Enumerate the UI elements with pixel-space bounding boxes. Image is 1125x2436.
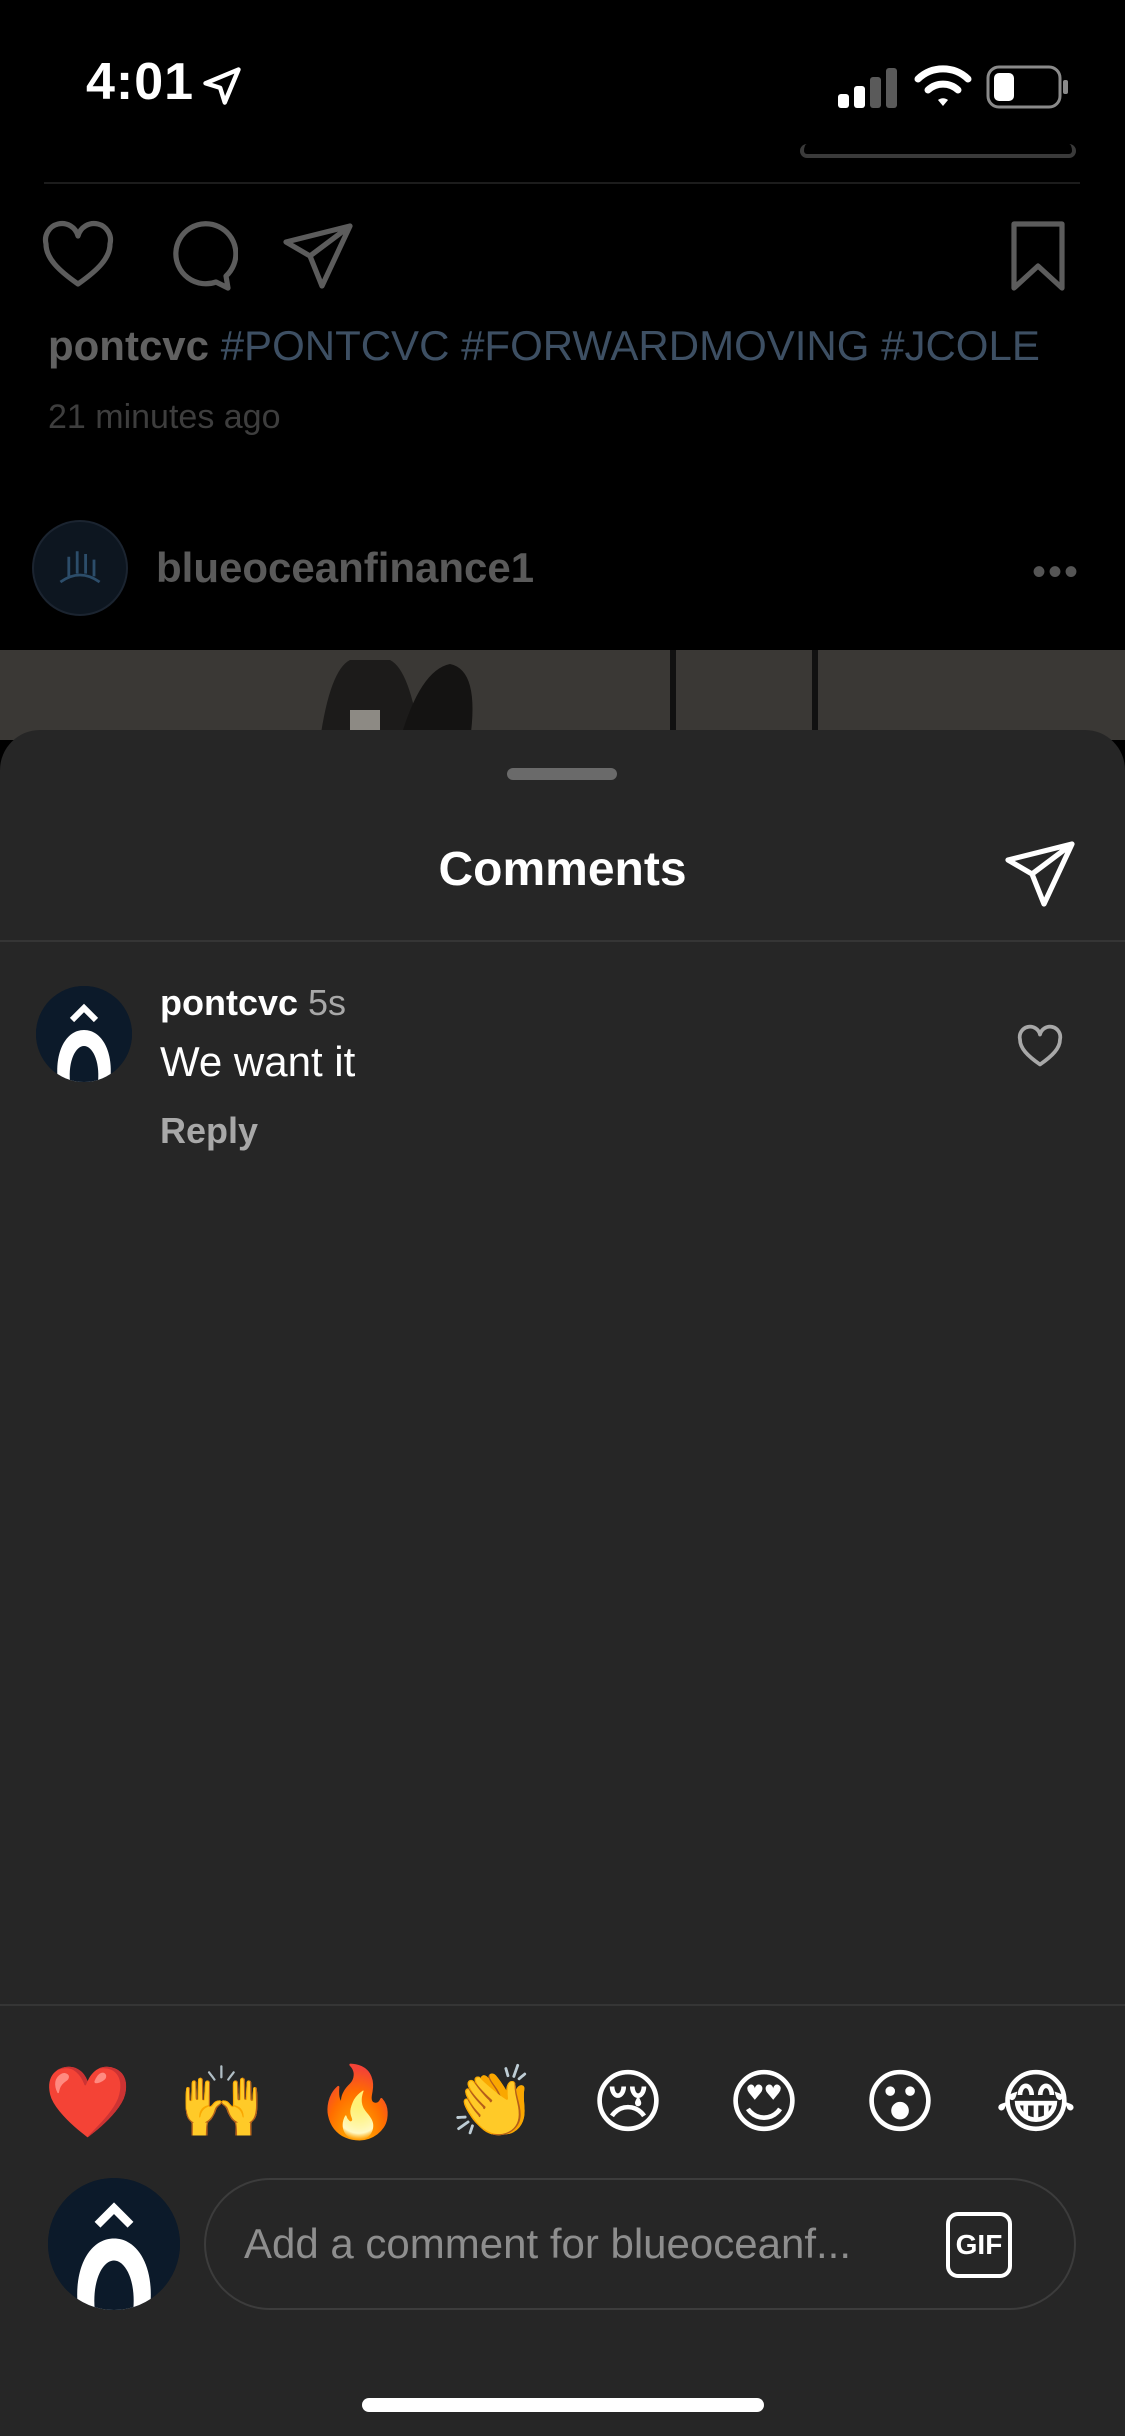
background-feed: pontcvc #PONTCVC #FORWARDMOVING #JCOLE 2… <box>0 144 1125 650</box>
wifi-icon <box>914 65 972 106</box>
emoji-fire[interactable]: 🔥 <box>308 2052 408 2152</box>
comment-avatar[interactable] <box>36 986 132 1082</box>
comment-text: We want it <box>160 1038 356 1085</box>
photo-lamp-shapes <box>0 650 1125 740</box>
composer-avatar[interactable] <box>48 2178 180 2310</box>
next-post-username[interactable]: blueoceanfinance1 <box>156 544 534 592</box>
comment-bubble-icon[interactable] <box>158 216 238 296</box>
sheet-title: Comments <box>438 843 687 896</box>
home-indicator[interactable] <box>362 2398 764 2412</box>
comment-age: 5s <box>308 982 347 1023</box>
emoji-divider <box>0 2004 1125 2006</box>
post-timestamp: 21 minutes ago <box>48 398 281 436</box>
cellular-signal-icon <box>838 68 897 108</box>
comment-username-line: pontcvc 5s <box>160 982 346 1024</box>
status-time: 4:01 <box>86 53 195 111</box>
blueocean-logo-icon <box>59 551 101 584</box>
bookmark-icon[interactable] <box>998 216 1078 296</box>
gif-button[interactable]: GIF <box>946 2212 1012 2278</box>
share-paperplane-icon[interactable] <box>1000 834 1080 914</box>
battery-icon <box>986 65 1068 109</box>
pontcvc-logo-icon <box>48 2178 180 2310</box>
next-post-avatar[interactable] <box>32 520 128 616</box>
emoji-red-heart[interactable]: ❤️ <box>38 2052 138 2152</box>
sheet-divider <box>0 940 1125 942</box>
emoji-clapping-hands[interactable]: 👏 <box>444 2052 544 2152</box>
emoji-raising-hands[interactable]: 🙌 <box>172 2052 272 2152</box>
comment-like-heart-icon[interactable] <box>1014 1022 1066 1072</box>
emoji-tears-of-joy[interactable]: 😂 <box>986 2052 1086 2152</box>
comment-input[interactable]: Add a comment for blueoceanf... GIF <box>204 2178 1076 2310</box>
reply-button[interactable]: Reply <box>160 1110 258 1152</box>
caption-hashtags[interactable]: #PONTCVC #FORWARDMOVING #JCOLE <box>221 322 1040 369</box>
share-paperplane-icon[interactable] <box>278 216 358 296</box>
emoji-heart-eyes[interactable]: 😍 <box>714 2052 814 2152</box>
feed-divider <box>44 182 1080 184</box>
sheet-grabber-handle[interactable] <box>507 768 617 780</box>
comment-input-placeholder[interactable]: Add a comment for blueoceanf... <box>244 2220 851 2268</box>
scroll-indicator <box>800 144 1076 158</box>
comments-sheet: Comments pontcvc 5s We want it Reply ❤️ 🙌… <box>0 730 1125 2436</box>
location-arrow-icon <box>203 67 241 105</box>
more-options-icon[interactable]: ••• <box>1032 550 1080 595</box>
emoji-surprised-face[interactable]: 😮 <box>850 2052 950 2152</box>
comment-username[interactable]: pontcvc <box>160 982 298 1023</box>
emoji-crying-face[interactable]: 😢 <box>578 2052 678 2152</box>
post-caption: pontcvc #PONTCVC #FORWARDMOVING #JCOLE <box>48 322 1040 370</box>
pontcvc-logo-icon <box>36 986 132 1082</box>
caption-username[interactable]: pontcvc <box>48 322 209 369</box>
like-heart-icon[interactable] <box>38 216 118 296</box>
post-photo-preview <box>0 650 1125 740</box>
quick-emoji-bar: ❤️ 🙌 🔥 👏 😢 😍 😮 😂 <box>0 2052 1125 2152</box>
